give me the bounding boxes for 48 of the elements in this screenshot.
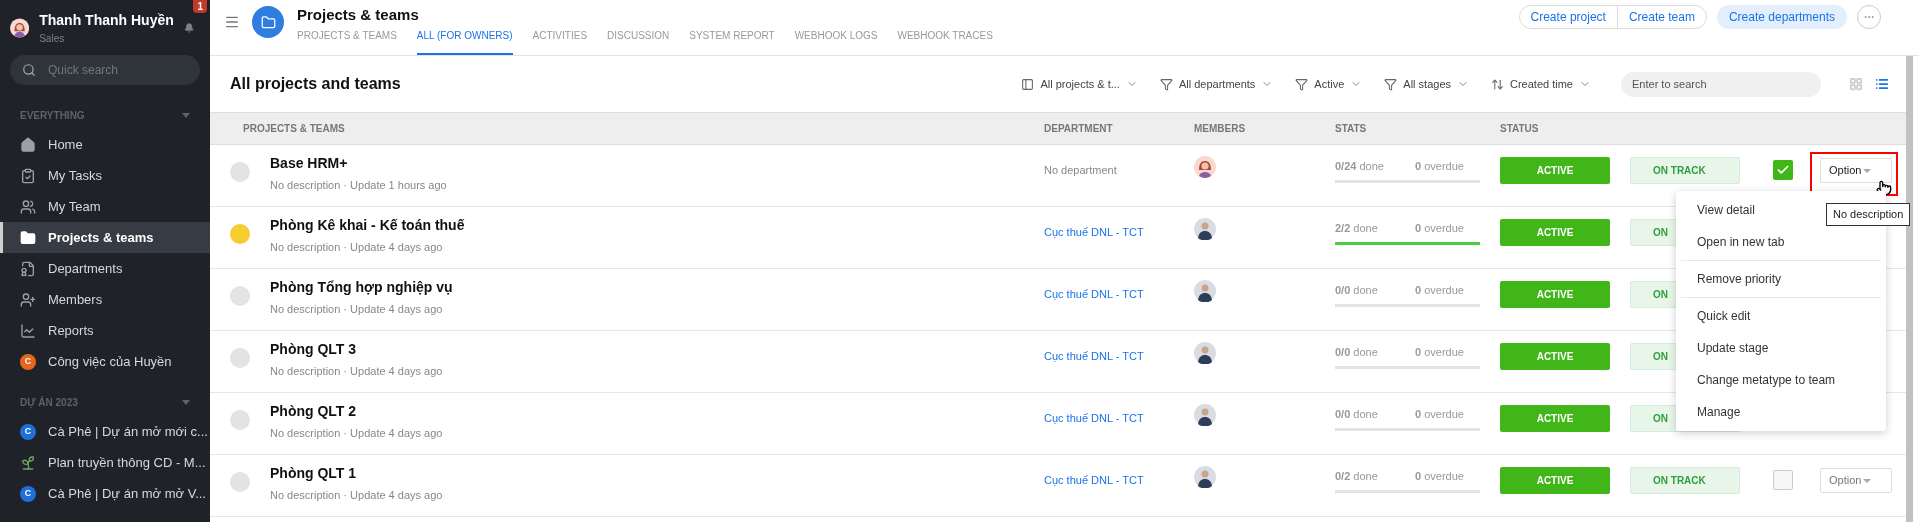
sidebar-item-label: Cà Phê | Dự án mở mở V... [48, 484, 206, 503]
sidebar-item-label: My Tasks [48, 166, 102, 185]
done-count: 0/0 done [1335, 345, 1379, 360]
search-placeholder: Quick search [48, 62, 119, 79]
search-placeholder: Enter to search [1632, 76, 1707, 92]
overdue-count: 0 overdue [1415, 159, 1464, 174]
sidebar-item-label: Cà Phê | Dự án mở mới c... [48, 422, 208, 441]
sidebar-item-label: Home [48, 135, 83, 154]
project-meta: No description · Update 4 days ago [270, 426, 444, 442]
letter-avatar: C [20, 423, 36, 440]
list-title: All projects and teams [230, 74, 401, 94]
overdue-count: 0 overdue [1415, 407, 1464, 422]
overdue-count: 0 overdue [1415, 345, 1464, 360]
project-meta: No description · Update 4 days ago [270, 364, 444, 380]
project-meta: No description · Update 4 days ago [270, 488, 444, 504]
column-header: DEPARTMENT [1044, 122, 1114, 136]
page-title: Projects & teams [297, 5, 420, 25]
column-header: PROJECTS & TEAMS [243, 122, 346, 136]
done-count: 0/2 done [1335, 469, 1379, 484]
sidebar-item-label: Members [48, 290, 103, 309]
project-meta: No description · Update 4 days ago [270, 240, 444, 256]
notification-badge: 1 [193, 0, 207, 13]
section-heading: DỰ ÁN 2023 [20, 395, 78, 410]
done-count: 0/0 done [1335, 407, 1379, 422]
sidebar-item-label: Plan truyền thông CD - M... [48, 453, 206, 472]
project-meta: No description · Update 4 days ago [270, 302, 444, 318]
done-count: 0/24 done [1335, 159, 1385, 174]
done-count: 2/2 done [1335, 221, 1379, 236]
user-role: Sales [39, 31, 66, 46]
overdue-count: 0 overdue [1415, 469, 1464, 484]
tooltip: No description [1826, 203, 1911, 226]
section-heading: EVERYTHING [20, 108, 85, 123]
column-header: MEMBERS [1194, 122, 1247, 136]
department-text: No department [1044, 164, 1117, 176]
overdue-count: 0 overdue [1415, 283, 1464, 298]
sidebar-item-label: Projects & teams [48, 228, 154, 247]
letter-avatar: C [20, 485, 36, 502]
done-count: 0/0 done [1335, 283, 1379, 298]
sidebar-item-label: Reports [48, 321, 94, 340]
sidebar-item-label: Công việc của Huyền [48, 352, 172, 371]
overdue-count: 0 overdue [1415, 221, 1464, 236]
sidebar-item-label: My Team [48, 197, 101, 216]
letter-avatar: C [20, 353, 36, 370]
column-header: STATS [1335, 122, 1368, 136]
user-name: Thanh Thanh Huyền [39, 10, 174, 30]
sidebar-item-label: Departments [48, 259, 123, 278]
project-meta: No description · Update 1 hours ago [270, 178, 448, 194]
column-header: STATUS [1500, 122, 1540, 136]
